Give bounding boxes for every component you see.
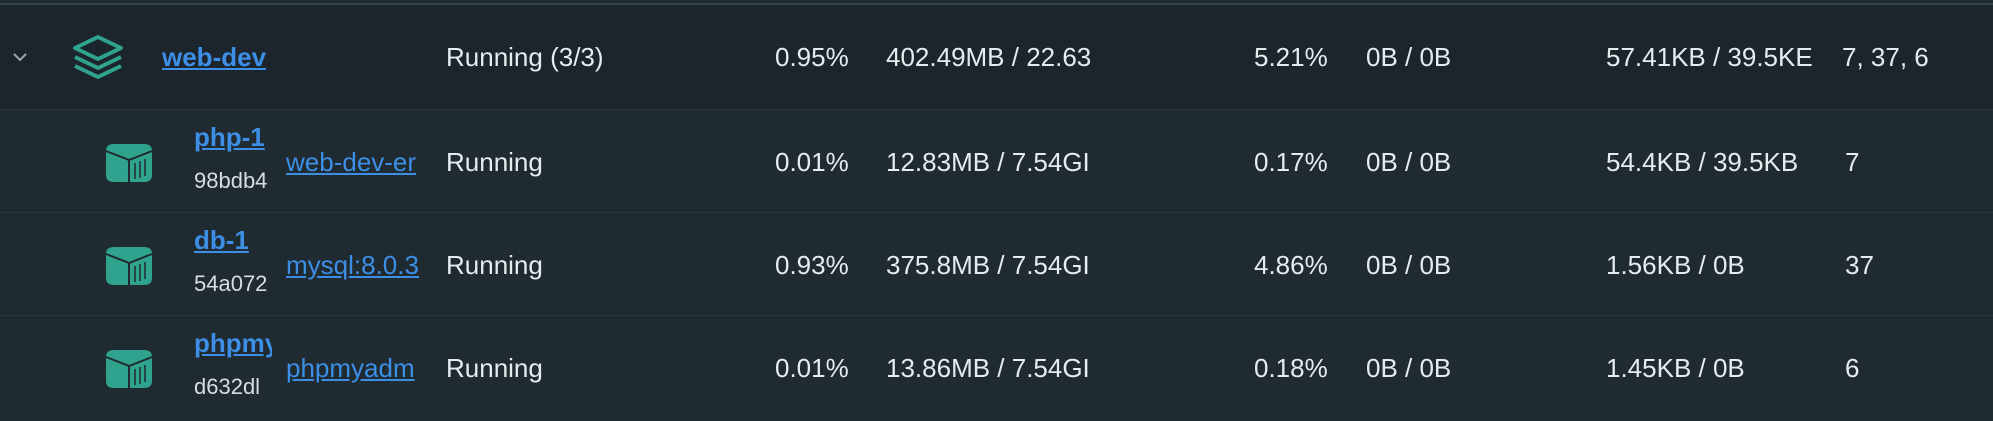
container-memory: 12.83MB / 7.54GI xyxy=(886,146,1090,177)
container-id: 54a072 xyxy=(194,271,268,296)
container-row[interactable]: db-1 54a072 mysql:8.0.3 Running 0.93% 37… xyxy=(0,213,1993,317)
container-network-io: 1.56KB / 0B xyxy=(1606,249,1745,280)
container-cube-icon xyxy=(100,346,158,392)
container-cube-icon xyxy=(100,140,158,186)
group-cpu: 0.95% xyxy=(775,41,849,72)
container-pids: 6 xyxy=(1845,352,1860,383)
container-memory-pct: 4.86% xyxy=(1254,249,1328,280)
container-row[interactable]: php-1 98bdb4 web-dev-er Running 0.01% 12… xyxy=(0,110,1993,214)
container-image-link[interactable]: web-dev-er xyxy=(286,110,430,214)
group-network-io: 57.41KB / 39.5KE xyxy=(1606,41,1813,72)
container-name-cell: phpmy d632dl xyxy=(194,316,272,420)
container-cpu: 0.93% xyxy=(775,249,849,280)
container-disk-io: 0B / 0B xyxy=(1366,146,1452,177)
container-image-link[interactable]: mysql:8.0.3 xyxy=(286,213,430,317)
stack-layers-icon xyxy=(70,33,126,81)
group-memory: 402.49MB / 22.63 xyxy=(886,41,1092,72)
group-name-link[interactable]: web-dev xyxy=(162,5,272,109)
container-memory: 375.8MB / 7.54GI xyxy=(886,249,1090,280)
container-network-io: 54.4KB / 39.5KB xyxy=(1606,146,1799,177)
container-name-link[interactable]: db-1 xyxy=(194,225,249,256)
container-name-link[interactable]: php-1 xyxy=(194,122,265,153)
container-status: Running xyxy=(446,352,543,383)
container-status: Running xyxy=(446,249,543,280)
container-disk-io: 0B / 0B xyxy=(1366,249,1452,280)
container-memory-pct: 0.17% xyxy=(1254,146,1328,177)
container-network-io: 1.45KB / 0B xyxy=(1606,352,1745,383)
container-cube-icon xyxy=(100,243,158,289)
compose-group-row[interactable]: web-dev Running (3/3) 0.95% 402.49MB / 2… xyxy=(0,5,1993,109)
group-memory-pct: 5.21% xyxy=(1254,41,1328,72)
group-disk-io: 0B / 0B xyxy=(1366,41,1452,72)
container-id: d632dl xyxy=(194,374,261,399)
container-image-link[interactable]: phpmyadm xyxy=(286,316,430,420)
container-pids: 37 xyxy=(1845,249,1874,280)
container-memory: 13.86MB / 7.54GI xyxy=(886,352,1090,383)
container-status: Running xyxy=(446,146,543,177)
container-row[interactable]: phpmy d632dl phpmyadm Running 0.01% 13.8… xyxy=(0,316,1993,420)
container-id: 98bdb4 xyxy=(194,168,268,193)
container-name-cell: php-1 98bdb4 xyxy=(194,110,272,214)
container-memory-pct: 0.18% xyxy=(1254,352,1328,383)
container-pids: 7 xyxy=(1845,146,1860,177)
container-disk-io: 0B / 0B xyxy=(1366,352,1452,383)
group-status: Running (3/3) xyxy=(446,41,604,72)
container-name-cell: db-1 54a072 xyxy=(194,213,272,317)
chevron-down-icon[interactable] xyxy=(8,5,32,109)
container-name-link[interactable]: phpmy xyxy=(194,328,272,359)
container-cpu: 0.01% xyxy=(775,146,849,177)
group-pids: 7, 37, 6 xyxy=(1842,41,1929,72)
container-cpu: 0.01% xyxy=(775,352,849,383)
